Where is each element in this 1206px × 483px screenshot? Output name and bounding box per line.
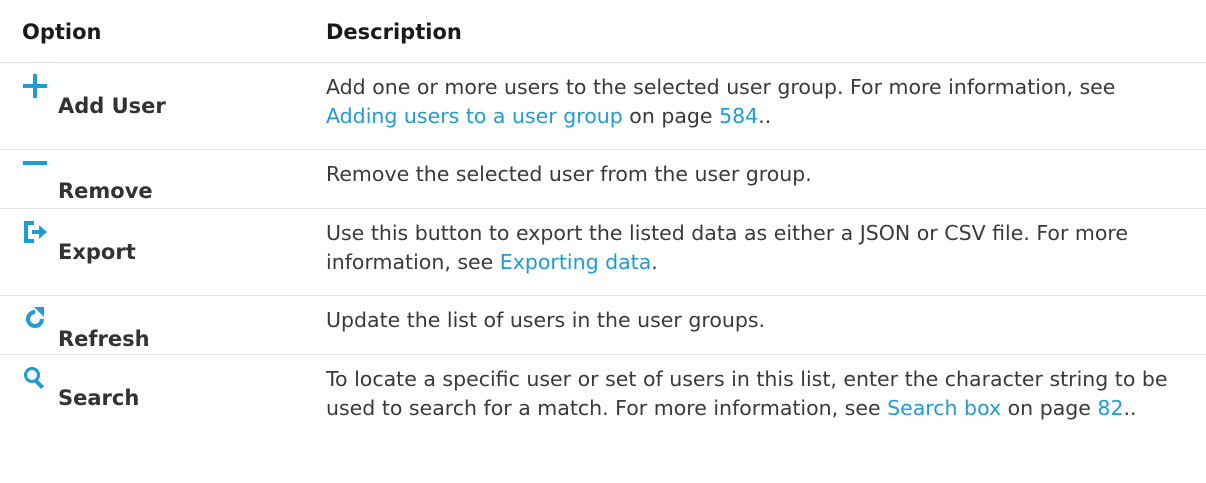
- description-text: ..: [758, 104, 772, 128]
- options-table: Option Description Add User Add one or m…: [0, 0, 1206, 483]
- table-row: Search To locate a specific user or set …: [0, 355, 1206, 481]
- option-search[interactable]: Search: [22, 365, 312, 425]
- option-label: Export: [58, 240, 136, 264]
- option-description: Add one or more users to the selected us…: [326, 73, 1186, 131]
- table-row: Export Use this button to export the lis…: [0, 209, 1206, 296]
- option-description: Remove the selected user from the user g…: [326, 160, 1186, 189]
- export-icon: [22, 219, 48, 245]
- table-row: Remove Remove the selected user from the…: [0, 150, 1206, 209]
- description-text: Remove the selected user from the user g…: [326, 162, 812, 186]
- description-text: Use this button to export the listed dat…: [326, 221, 1129, 274]
- link-exporting-data[interactable]: Exporting data: [500, 250, 652, 274]
- link-page-584[interactable]: 584: [719, 104, 758, 128]
- link-search-box[interactable]: Search box: [887, 396, 1001, 420]
- description-text: .: [651, 250, 658, 274]
- option-export[interactable]: Export: [22, 219, 312, 279]
- option-label: Refresh: [58, 327, 150, 351]
- option-description: Use this button to export the listed dat…: [326, 219, 1186, 277]
- option-description: To locate a specific user or set of user…: [326, 365, 1186, 423]
- table-row: Add User Add one or more users to the se…: [0, 63, 1206, 150]
- header-option: Option: [22, 20, 102, 44]
- table-row: Refresh Update the list of users in the …: [0, 296, 1206, 355]
- option-add-user[interactable]: Add User: [22, 73, 312, 133]
- plus-icon: [22, 73, 48, 99]
- description-text: on page: [1001, 396, 1098, 420]
- option-label: Remove: [58, 179, 153, 203]
- link-adding-users[interactable]: Adding users to a user group: [326, 104, 623, 128]
- description-text: ..: [1123, 396, 1137, 420]
- description-text: on page: [622, 104, 720, 128]
- link-page-82[interactable]: 82: [1097, 396, 1123, 420]
- option-label: Search: [58, 386, 140, 410]
- table-header: Option Description: [0, 0, 1206, 63]
- option-label: Add User: [58, 94, 166, 118]
- description-text: Add one or more users to the selected us…: [326, 75, 1116, 99]
- header-description: Description: [326, 20, 462, 44]
- search-icon: [22, 365, 48, 391]
- option-description: Update the list of users in the user gro…: [326, 306, 1186, 335]
- description-text: Update the list of users in the user gro…: [326, 308, 766, 332]
- refresh-icon: [22, 306, 48, 332]
- minus-icon: [22, 160, 48, 186]
